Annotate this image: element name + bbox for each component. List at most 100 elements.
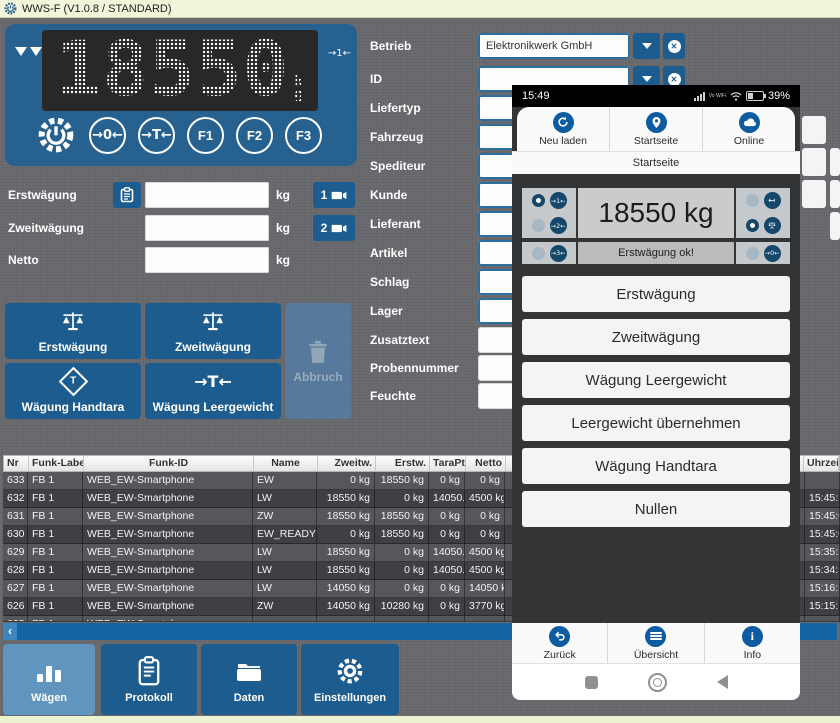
camera-1-button[interactable]: 1: [313, 182, 355, 208]
table-cell: 18550 kg: [375, 508, 429, 526]
copy-weight-button[interactable]: [113, 182, 141, 208]
folder-icon: [234, 656, 264, 686]
uebersicht-button[interactable]: Übersicht: [608, 623, 704, 663]
dropdown-button-betrieb[interactable]: [633, 33, 660, 59]
edge-field[interactable]: [802, 148, 826, 176]
clear-button-betrieb[interactable]: ✕: [663, 33, 685, 59]
nav-einstellungen[interactable]: Einstellungen: [301, 644, 399, 715]
android-home-button[interactable]: [648, 673, 667, 692]
zurueck-button[interactable]: Zurück: [512, 623, 608, 663]
edge-field[interactable]: [830, 212, 840, 240]
table-cell: FB 1: [28, 580, 83, 598]
waegung-leergewicht-button[interactable]: →T← Wägung Leergewicht: [145, 363, 281, 419]
phone-erstwaegung-button[interactable]: Erstwägung: [522, 276, 790, 312]
column-header[interactable]: Name: [254, 456, 318, 471]
indicator-power-button[interactable]: [35, 114, 77, 156]
table-cell: WEB_EW-Smartphone: [83, 562, 253, 580]
online-label: Online: [734, 135, 764, 147]
column-header[interactable]: Funk-Label: [29, 456, 84, 471]
table-cell: [805, 472, 840, 490]
table-cell: WEB_EW-Smartphone: [83, 490, 253, 508]
edge-field[interactable]: [830, 180, 840, 208]
table-cell: 633: [3, 472, 28, 490]
table-cell: 4500 kg: [465, 562, 505, 580]
zweitwaegung-button[interactable]: Zweitwägung: [145, 303, 281, 359]
table-cell: 15:34:53: [805, 562, 840, 580]
column-header[interactable]: Netto: [466, 456, 506, 471]
indicator-f2-button[interactable]: F2: [236, 117, 273, 154]
phone-leergewicht-uebernehmen-button[interactable]: Leergewicht übernehmen: [522, 405, 790, 441]
neu-laden-button[interactable]: Neu laden: [517, 107, 610, 151]
phone-waegung-leergewicht-button[interactable]: Wägung Leergewicht: [522, 362, 790, 398]
nav-waegen[interactable]: Wägen: [3, 644, 95, 715]
indicator-zero-button[interactable]: →0←: [89, 117, 126, 154]
startseite-button[interactable]: Startseite: [610, 107, 703, 151]
online-button[interactable]: Online: [703, 107, 795, 151]
form-field-betrieb[interactable]: Elektronikwerk GmbH: [478, 33, 630, 59]
column-header[interactable]: Funk-ID: [84, 456, 254, 471]
table-cell: 4500 kg: [465, 544, 505, 562]
edge-field[interactable]: [802, 116, 826, 144]
table-cell: 0 kg: [465, 526, 505, 544]
indicator-f3-button[interactable]: F3: [285, 117, 322, 154]
table-cell: 0 kg: [429, 598, 465, 616]
edge-field[interactable]: [830, 148, 840, 176]
nav-protokoll[interactable]: Protokoll: [101, 644, 197, 715]
scroll-left-button[interactable]: ‹: [3, 623, 17, 640]
table-cell: 15:35:25: [805, 544, 840, 562]
camera-icon: [331, 223, 347, 234]
camera-1-label: 1: [321, 188, 328, 202]
table-cell: FB 1: [28, 598, 83, 616]
phone-waegung-handtara-button[interactable]: Wägung Handtara: [522, 448, 790, 484]
android-recents-button[interactable]: [585, 676, 598, 689]
table-cell: 0 kg: [375, 580, 429, 598]
table-cell: 627: [3, 580, 28, 598]
startseite-label: Startseite: [634, 135, 678, 147]
table-cell: WEB_EW-Smartphone: [83, 544, 253, 562]
scale-icon: [58, 309, 88, 335]
info-button[interactable]: i Info: [705, 623, 800, 663]
window-titlebar: WWS-F (V1.0.8 / STANDARD): [0, 0, 840, 18]
erstwaegung-button[interactable]: Erstwägung: [5, 303, 141, 359]
table-cell: LW: [253, 580, 317, 598]
waegung-handtara-button[interactable]: T Wägung Handtara: [5, 363, 141, 419]
column-header[interactable]: Uhrzeit Z: [804, 456, 839, 471]
table-cell: 3770 kg: [465, 598, 505, 616]
column-header[interactable]: Zweitw.: [318, 456, 376, 471]
table-cell: 625: [3, 616, 28, 622]
camera-2-button[interactable]: 2: [313, 215, 355, 241]
erstwaegung-input[interactable]: [145, 182, 269, 208]
column-header[interactable]: TaraPt: [430, 456, 466, 471]
indicator-f1-button[interactable]: F1: [187, 117, 224, 154]
led-display: 18550 kg: [42, 30, 318, 111]
nav-daten[interactable]: Daten: [201, 644, 297, 715]
zurueck-label: Zurück: [544, 649, 576, 661]
phone-zweitwaegung-button[interactable]: Zweitwägung: [522, 319, 790, 355]
indicator-tare-button[interactable]: →T←: [138, 117, 175, 154]
edge-field[interactable]: [802, 180, 826, 208]
nav-daten-label: Daten: [234, 692, 265, 704]
handtara-diamond-icon: T: [63, 369, 84, 395]
refresh-icon: [553, 112, 574, 133]
abbruch-button[interactable]: Abbruch: [285, 303, 351, 419]
form-label-lager: Lager: [370, 304, 470, 318]
clear-x-icon: ✕: [668, 40, 681, 53]
android-back-button[interactable]: [717, 675, 728, 689]
clear-x-icon: ✕: [668, 73, 681, 86]
phone-nullen-button[interactable]: Nullen: [522, 491, 790, 527]
netto-input[interactable]: [145, 247, 269, 273]
table-cell: WEB_EW-Smartphone: [83, 598, 253, 616]
table-cell: 0 kg: [465, 508, 505, 526]
table-cell: 15:16:57: [805, 580, 840, 598]
range-indicator-panel-left-bottom: →3←: [522, 242, 576, 264]
column-header[interactable]: Erstw.: [376, 456, 430, 471]
form-label-betrieb: Betrieb: [370, 39, 470, 53]
table-cell: FB 1: [28, 508, 83, 526]
phone-bottom-toolbar: Zurück Übersicht i Info: [512, 623, 800, 664]
zweitwaegung-input[interactable]: [145, 215, 269, 241]
form-label-fahrzeug: Fahrzeug: [370, 130, 470, 144]
scale-icon: [198, 309, 228, 335]
column-header[interactable]: Nr: [4, 456, 29, 471]
range-2-lamp: [532, 219, 545, 232]
table-cell: 629: [3, 544, 28, 562]
